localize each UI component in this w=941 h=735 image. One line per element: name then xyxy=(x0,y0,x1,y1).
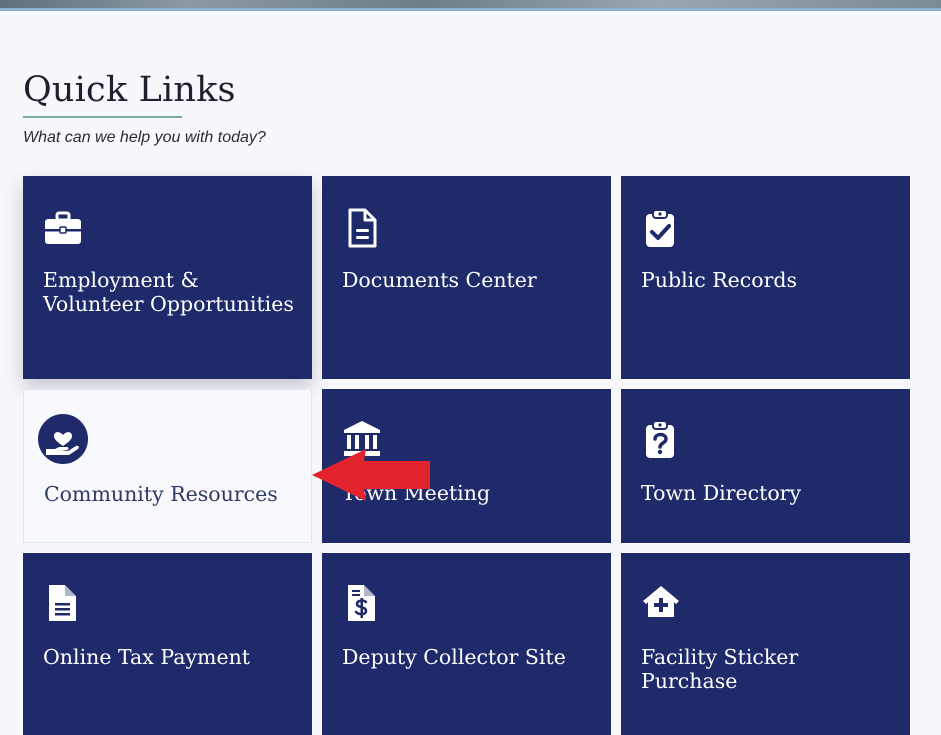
tile-label: Deputy Collector Site xyxy=(342,645,566,669)
tile-label: Online Tax Payment xyxy=(43,645,251,669)
page-title: Quick Links xyxy=(23,70,236,110)
tile-label: Community Resources xyxy=(44,482,278,506)
title-underline xyxy=(23,116,182,118)
quick-link-public-records[interactable]: Public Records xyxy=(621,176,910,379)
document-icon xyxy=(348,208,377,248)
quick-link-town-directory[interactable]: Town Directory xyxy=(621,389,910,543)
quick-link-deputy-collector-site[interactable]: Deputy Collector Site xyxy=(322,553,611,735)
quick-link-documents-center[interactable]: Documents Center xyxy=(322,176,611,379)
tile-label: Facility Sticker Purchase xyxy=(641,645,799,693)
quick-link-employment[interactable]: Employment & Volunteer Opportunities xyxy=(23,176,312,379)
house-plus-icon xyxy=(643,586,679,617)
tile-label: Town Directory xyxy=(641,481,802,505)
file-lines-icon xyxy=(49,585,76,621)
tile-label: Public Records xyxy=(641,268,798,292)
file-dollar-icon xyxy=(348,585,375,621)
tile-label: Documents Center xyxy=(342,268,537,292)
header-photo-strip xyxy=(0,0,941,11)
hand-heart-icon xyxy=(38,414,88,464)
quick-link-online-tax-payment[interactable]: Online Tax Payment xyxy=(23,553,312,735)
tile-label: Employment & Volunteer Opportunities xyxy=(43,268,294,316)
quick-link-community-resources[interactable]: Community Resources xyxy=(23,389,312,543)
briefcase-icon xyxy=(45,211,81,244)
clipboard-question-icon xyxy=(646,420,674,458)
clipboard-check-icon xyxy=(646,209,674,247)
red-pointer-arrow-icon xyxy=(312,449,430,501)
quick-link-facility-sticker-purchase[interactable]: Facility Sticker Purchase xyxy=(621,553,910,735)
section-subtitle: What can we help you with today? xyxy=(23,129,266,146)
